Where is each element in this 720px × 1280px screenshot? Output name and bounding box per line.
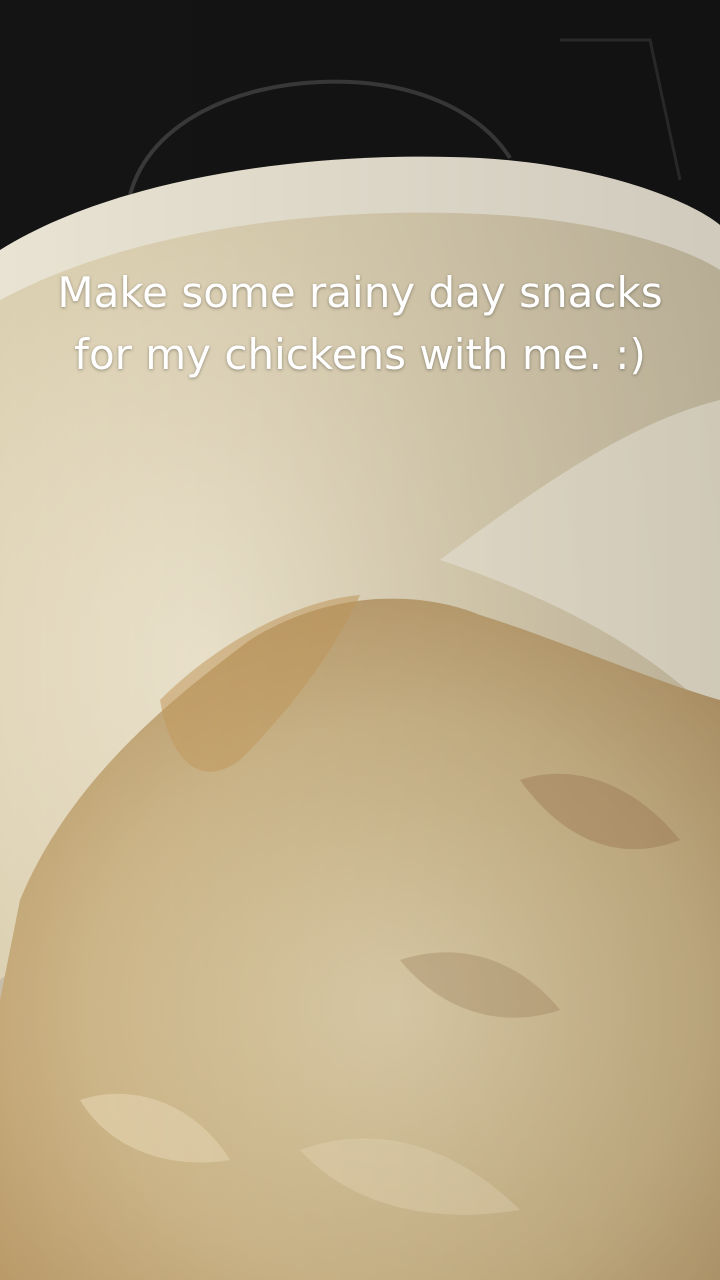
video-caption: Make some rainy day snacks for my chicke… [57, 268, 663, 379]
vignette [0, 0, 720, 1280]
background-photo [0, 0, 720, 1280]
video-frame: Make some rainy day snacks for my chicke… [0, 0, 720, 1280]
